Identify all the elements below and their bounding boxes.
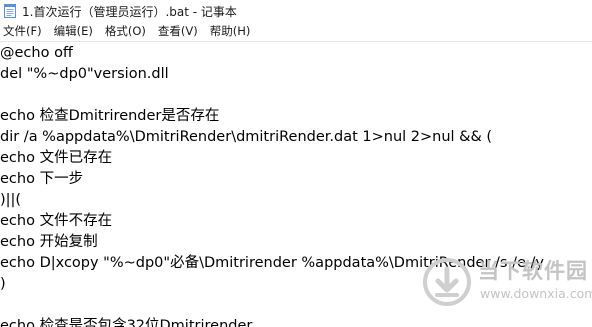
editor-line: del "%~dp0"version.dll xyxy=(0,66,169,82)
title-bar[interactable]: 1.首次运行（管理员运行）.bat - 记事本 xyxy=(0,0,592,22)
menu-format[interactable]: 格式(O) xyxy=(101,22,150,41)
menu-view[interactable]: 查看(V) xyxy=(154,22,202,41)
editor-line: dir /a %appdata%\DmitriRender\dmitriRend… xyxy=(0,129,493,145)
menu-edit[interactable]: 编辑(E) xyxy=(50,22,97,41)
notepad-icon xyxy=(4,4,16,18)
text-editor[interactable]: @echo off del "%~dp0"version.dll echo 检查… xyxy=(0,43,592,327)
window-title: 1.首次运行（管理员运行）.bat - 记事本 xyxy=(22,5,237,19)
menu-bar: 文件(F) 编辑(E) 格式(O) 查看(V) 帮助(H) xyxy=(0,22,592,41)
editor-line: echo 开始复制 xyxy=(0,234,98,250)
editor-line: echo 检查Dmitrirender是否存在 xyxy=(0,108,220,124)
editor-line: @echo off xyxy=(0,45,73,61)
editor-line: echo 检查是否包含32位Dmitrirender xyxy=(0,318,253,327)
editor-line: )||( xyxy=(0,192,22,208)
menu-help[interactable]: 帮助(H) xyxy=(206,22,255,41)
editor-line: echo D|xcopy "%~dp0"必备\Dmitrirender %app… xyxy=(0,255,544,271)
menu-file[interactable]: 文件(F) xyxy=(0,22,46,41)
editor-line: echo 文件不存在 xyxy=(0,213,113,229)
editor-line: echo 下一步 xyxy=(0,171,84,187)
notepad-window: 1.首次运行（管理员运行）.bat - 记事本 文件(F) 编辑(E) 格式(O… xyxy=(0,0,592,327)
editor-line: echo 文件已存在 xyxy=(0,150,113,166)
menu-divider xyxy=(0,41,592,42)
editor-line: ) xyxy=(0,276,6,292)
